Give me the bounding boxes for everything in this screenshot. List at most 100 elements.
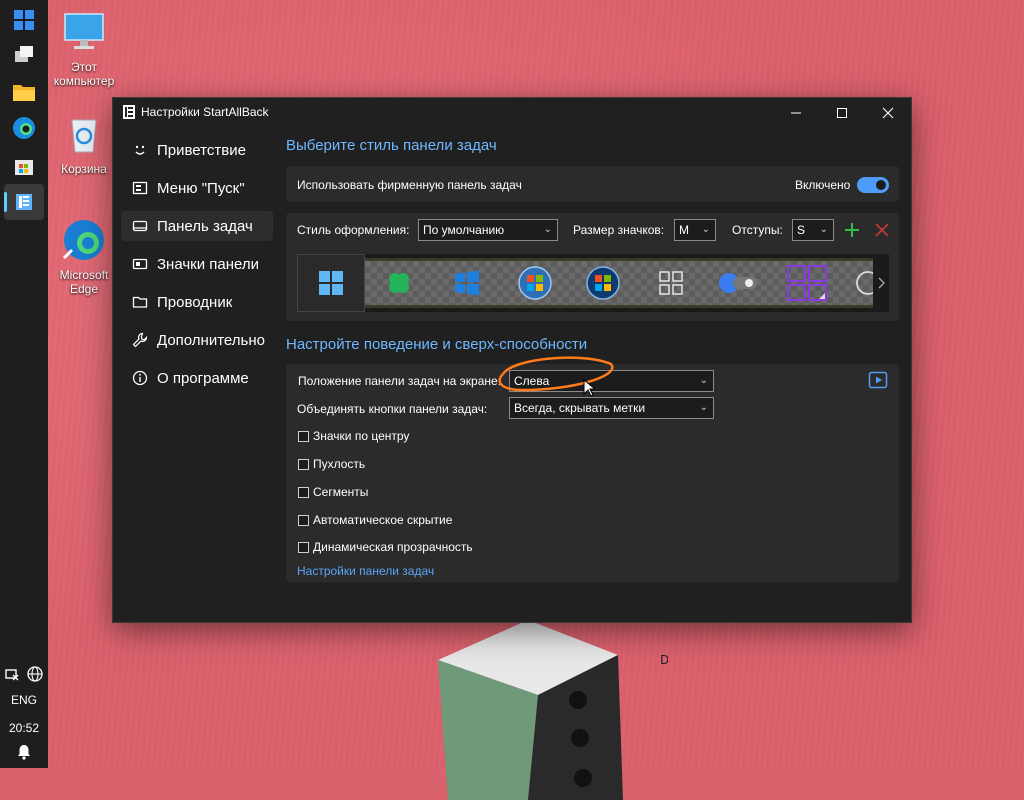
padding-label: Отступы: — [732, 223, 783, 237]
checkbox-box[interactable] — [298, 514, 309, 526]
sidebar-item-explorer[interactable]: Проводник — [121, 287, 273, 317]
checkbox-label: Значки по центру — [313, 429, 410, 443]
checkbox-segments[interactable]: Сегменты — [298, 485, 368, 499]
orange-highlight-circle — [498, 356, 614, 392]
desktop-icon-this-pc[interactable]: Этот компьютер — [46, 10, 122, 88]
style-option-clover[interactable] — [365, 254, 433, 312]
taskbar-settings-link[interactable]: Настройки панели задач — [297, 564, 434, 578]
network-disconnected-icon — [5, 669, 19, 681]
windows-vista-orb-icon — [586, 266, 620, 300]
combine-select-value: Всегда, скрывать метки — [514, 401, 646, 415]
checkbox-label: Динамическая прозрачность — [313, 540, 473, 554]
toggle-style-icon — [719, 273, 757, 293]
language-indicator[interactable]: ENG — [0, 693, 48, 707]
style-select[interactable]: По умолчанию ⌄ — [418, 219, 558, 241]
mouse-cursor-icon — [583, 379, 595, 397]
chevron-right-icon — [878, 277, 885, 289]
checkbox-chubby[interactable]: Пухлость — [298, 457, 365, 471]
chevron-down-icon: ⌄ — [819, 224, 828, 235]
chevron-down-icon: ⌄ — [701, 224, 710, 235]
language-globe-button[interactable] — [22, 656, 48, 692]
checkbox-box[interactable] — [298, 486, 309, 498]
style-option-purple[interactable] — [773, 254, 841, 312]
video-help-button[interactable] — [868, 370, 888, 390]
checkbox-label: Пухлость — [313, 457, 366, 471]
sidebar-item-tray-icons[interactable]: Значки панели — [121, 249, 273, 279]
computer-icon — [64, 13, 104, 49]
startallback-taskbar-button[interactable] — [4, 184, 44, 220]
purple-grid-icon — [787, 265, 827, 301]
store-button[interactable] — [4, 148, 44, 184]
style-option-outline[interactable] — [637, 254, 705, 312]
smile-icon — [131, 141, 149, 159]
desktop-icon-recycle-bin[interactable]: Корзина — [46, 112, 122, 176]
edge-icon — [62, 220, 104, 260]
sidebar-item-label: Меню "Пуск" — [157, 179, 245, 197]
sidebar-item-welcome[interactable]: Приветствие — [121, 135, 273, 165]
style-option-toggle[interactable] — [705, 254, 773, 312]
close-icon — [882, 107, 894, 119]
task-view-button[interactable] — [4, 36, 44, 72]
clover-icon — [389, 273, 409, 293]
maximize-button[interactable] — [819, 98, 865, 128]
checkbox-dynamic-transparency[interactable]: Динамическая прозрачность — [298, 540, 473, 554]
sidebar-item-about[interactable]: О программе — [121, 363, 273, 393]
sidebar-item-start-menu[interactable]: Меню "Пуск" — [121, 173, 273, 203]
branded-taskbar-label: Использовать фирменную панель задач — [297, 178, 522, 192]
checkbox-center-icons[interactable]: Значки по центру — [298, 429, 409, 443]
remove-style-button[interactable] — [874, 220, 890, 240]
svg-text:DR: DR — [660, 653, 668, 667]
behavior-section-title: Настройте поведение и сверх-способности — [286, 336, 588, 353]
minimize-icon — [791, 112, 801, 114]
checkbox-box[interactable] — [298, 430, 309, 442]
title-bar[interactable]: Настройки StartAllBack — [113, 98, 911, 128]
sidebar-item-taskbar[interactable]: Панель задач — [121, 211, 273, 241]
start-button[interactable] — [4, 2, 44, 38]
globe-icon — [27, 666, 43, 682]
sidebar-item-label: Панель задач — [157, 217, 253, 235]
preview-scroll-right-button[interactable] — [873, 254, 889, 312]
folder-icon — [13, 85, 35, 101]
windows-7-orb-icon — [518, 266, 552, 300]
notifications-button[interactable] — [4, 734, 44, 770]
network-tray-button[interactable] — [0, 656, 24, 692]
taskbar-style-preview — [297, 254, 889, 312]
checkbox-box[interactable] — [298, 458, 309, 470]
wrench-icon — [131, 331, 149, 349]
combine-select[interactable]: Всегда, скрывать метки ⌄ — [509, 397, 714, 419]
desktop-icon-edge[interactable]: Microsoft Edge — [46, 218, 122, 296]
windows-logo-icon — [14, 10, 34, 30]
plus-icon — [845, 223, 859, 237]
grid-outline-icon — [659, 271, 683, 295]
combine-label: Объединять кнопки панели задач: — [297, 402, 488, 416]
folder-icon — [131, 293, 149, 311]
branded-taskbar-state: Включено — [795, 178, 851, 192]
branded-taskbar-toggle[interactable] — [857, 177, 889, 193]
clock[interactable]: 20:52 — [0, 721, 48, 735]
style-option-win10[interactable] — [433, 254, 501, 312]
recycle-bin-icon — [71, 119, 97, 153]
start-menu-icon — [131, 179, 149, 197]
windows-10-logo-icon — [455, 270, 479, 296]
style-option-vista[interactable] — [569, 254, 637, 312]
icon-size-select[interactable]: M ⌄ — [674, 219, 716, 241]
add-style-button[interactable] — [844, 220, 860, 240]
edge-taskbar-button[interactable] — [4, 110, 44, 146]
chevron-down-icon: ⌄ — [699, 402, 708, 413]
tray-icons-icon — [131, 255, 149, 273]
sidebar-item-advanced[interactable]: Дополнительно — [121, 325, 273, 355]
checkbox-auto-hide[interactable]: Автоматическое скрытие — [298, 513, 452, 527]
minimize-button[interactable] — [773, 98, 819, 128]
padding-select[interactable]: S ⌄ — [792, 219, 834, 241]
taskbar-icon — [131, 217, 149, 235]
style-option-win7[interactable] — [501, 254, 569, 312]
store-icon — [15, 160, 33, 175]
close-button[interactable] — [865, 98, 911, 128]
position-label: Положение панели задач на экране: — [298, 374, 502, 388]
startallback-icon — [16, 194, 32, 210]
style-option-win11[interactable] — [297, 254, 365, 312]
style-section-title: Выберите стиль панели задач — [286, 137, 497, 154]
delete-icon — [875, 223, 889, 237]
file-explorer-button[interactable] — [4, 74, 44, 110]
checkbox-box[interactable] — [298, 541, 309, 553]
